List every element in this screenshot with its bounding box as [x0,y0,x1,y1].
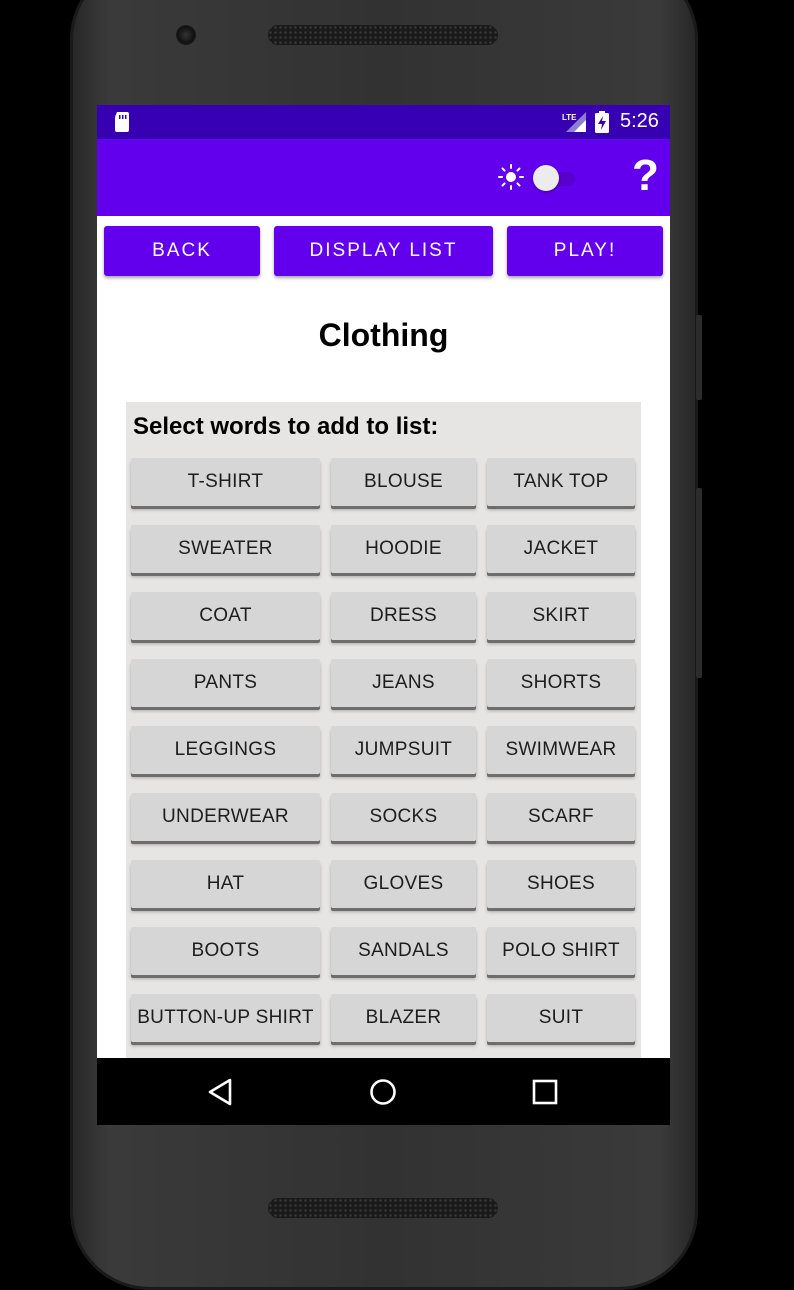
status-bar: LTE 5:26 [97,105,670,139]
back-triangle-icon[interactable] [207,1078,233,1106]
status-clock: 5:26 [620,110,659,132]
display-list-button[interactable]: DISPLAY LIST [274,226,493,276]
word-button[interactable]: SHORTS [487,659,635,707]
word-button[interactable]: LEGGINGS [131,726,320,774]
word-button[interactable]: JEANS [331,659,476,707]
lte-signal-icon: LTE [562,112,586,132]
sd-card-icon [115,112,129,132]
lte-label: LTE [562,113,577,122]
word-selection-panel: Select words to add to list: T-SHIRT BLOU… [126,402,641,1125]
select-words-heading: Select words to add to list: [133,413,439,440]
toggle-thumb [533,165,559,191]
moon-icon [603,166,614,188]
word-button[interactable]: POLO SHIRT [487,927,635,975]
word-button[interactable]: PANTS [131,659,320,707]
word-button[interactable]: SANDALS [331,927,476,975]
word-button[interactable]: T-SHIRT [131,458,320,506]
word-button[interactable]: SCARF [487,793,635,841]
page-title: Clothing [318,317,449,353]
word-button[interactable]: UNDERWEAR [131,793,320,841]
word-button[interactable]: TANK TOP [487,458,635,506]
phone-power-button [696,315,702,400]
word-button[interactable]: SUIT [487,994,635,1042]
system-navigation-bar [97,1058,670,1125]
word-button[interactable]: HOODIE [331,525,476,573]
battery-charging-icon [595,111,609,133]
word-button[interactable]: SWEATER [131,525,320,573]
recents-square-icon[interactable] [532,1079,558,1105]
phone-screen: LTE 5:26 ? BACK DISPLAY LIST PLAY! Cloth… [97,105,670,1125]
word-button[interactable]: COAT [131,592,320,640]
word-button[interactable]: BOOTS [131,927,320,975]
top-speaker-grille [268,25,498,45]
word-button[interactable]: SWIMWEAR [487,726,635,774]
home-circle-icon[interactable] [369,1078,397,1106]
word-button[interactable]: HAT [131,860,320,908]
theme-toggle[interactable] [533,165,577,191]
help-icon[interactable]: ? [632,154,659,198]
word-button[interactable]: GLOVES [331,860,476,908]
back-button[interactable]: BACK [104,226,260,276]
bottom-speaker-grille [268,1198,498,1218]
word-button[interactable]: BUTTON-UP SHIRT [131,994,320,1042]
front-camera [176,25,196,45]
word-button[interactable]: BLAZER [331,994,476,1042]
sun-icon [498,164,524,190]
word-button[interactable]: SOCKS [331,793,476,841]
word-button[interactable]: SHOES [487,860,635,908]
word-button[interactable]: BLOUSE [331,458,476,506]
app-toolbar: ? [97,139,670,216]
play-button[interactable]: PLAY! [507,226,663,276]
word-button[interactable]: SKIRT [487,592,635,640]
phone-volume-button [696,488,702,678]
word-button[interactable]: JUMPSUIT [331,726,476,774]
word-button[interactable]: DRESS [331,592,476,640]
word-button[interactable]: JACKET [487,525,635,573]
